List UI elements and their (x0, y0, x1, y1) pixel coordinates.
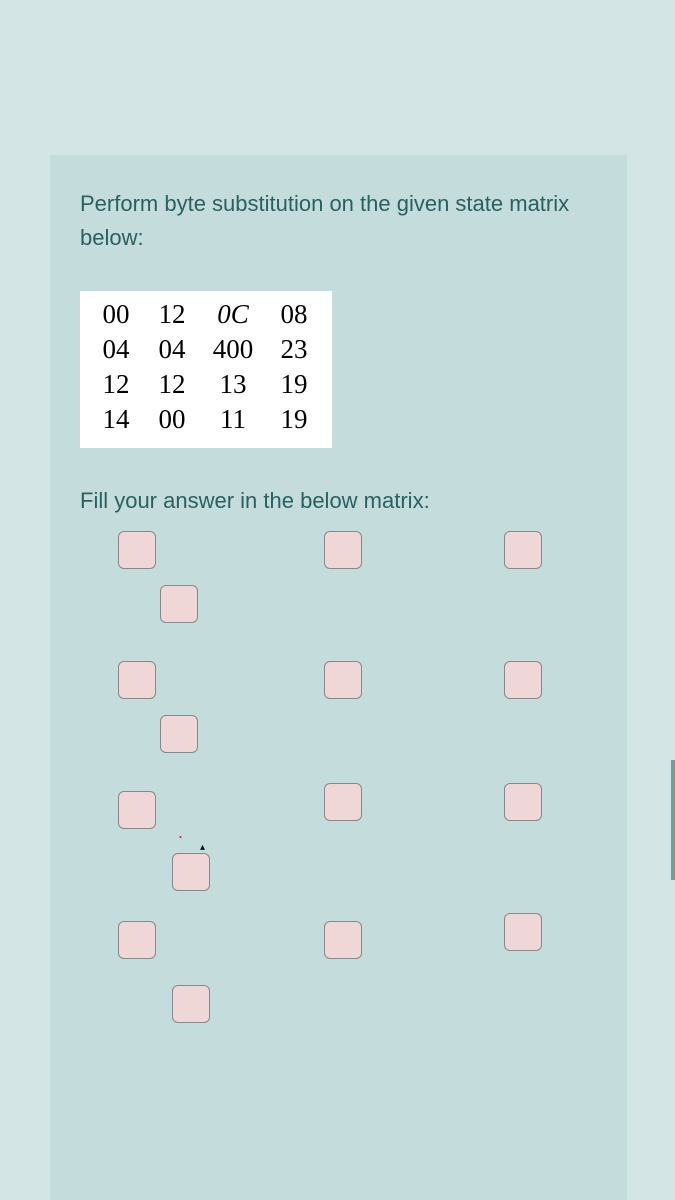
answer-input[interactable] (172, 853, 210, 891)
matrix-cell: 12 (144, 297, 200, 332)
matrix-row: 12 12 13 19 (88, 367, 322, 402)
matrix-cell: 0C (200, 297, 266, 332)
answer-input[interactable] (504, 531, 542, 569)
matrix-cell: 04 (144, 332, 200, 367)
answer-input[interactable] (504, 783, 542, 821)
answer-cell-wrap: .▴ (178, 822, 183, 843)
matrix-cell: 12 (144, 367, 200, 402)
answer-input[interactable] (118, 791, 156, 829)
matrix-cell: 00 (88, 297, 144, 332)
matrix-cell: 08 (266, 297, 322, 332)
answer-cell-wrap: : (324, 542, 330, 558)
answer-input[interactable] (160, 715, 198, 753)
matrix-cell: 04 (88, 332, 144, 367)
answer-cell-wrap: . (118, 542, 124, 558)
answer-matrix-area: .::.:.:.▴:':› (80, 542, 597, 1102)
answer-cell-wrap: : (504, 542, 510, 558)
answer-cell-wrap: : (172, 864, 178, 880)
answer-cell-wrap: ' (118, 932, 123, 948)
state-matrix-container: 00 12 0C 08 04 04 400 23 12 12 13 19 14 … (80, 291, 597, 447)
matrix-cell: 11 (200, 402, 266, 437)
answer-input[interactable] (324, 921, 362, 959)
caret-icon: ▴ (200, 842, 205, 853)
state-matrix: 00 12 0C 08 04 04 400 23 12 12 13 19 14 … (80, 291, 332, 447)
answer-input[interactable] (160, 585, 198, 623)
matrix-cell: 12 (88, 367, 144, 402)
matrix-cell: 19 (266, 402, 322, 437)
matrix-row: 14 00 11 19 (88, 402, 322, 437)
answer-cell-wrap: . (118, 672, 124, 688)
answer-cell-wrap: : (324, 672, 330, 688)
stray-dot: . (178, 822, 183, 843)
answer-cell-wrap: › (172, 994, 180, 1015)
answer-input[interactable] (118, 661, 156, 699)
answer-input[interactable] (324, 661, 362, 699)
scrollbar-thumb[interactable] (671, 760, 675, 880)
matrix-cell: 00 (144, 402, 200, 437)
matrix-cell: 14 (88, 402, 144, 437)
answer-input[interactable] (118, 921, 156, 959)
answer-cell-wrap: . (504, 672, 510, 688)
matrix-cell: 400 (200, 332, 266, 367)
answer-cell-wrap: : (324, 932, 330, 948)
matrix-cell: 13 (200, 367, 266, 402)
answer-input[interactable] (172, 985, 210, 1023)
matrix-cell: 19 (266, 367, 322, 402)
question-prompt: Perform byte substitution on the given s… (80, 187, 597, 255)
answer-input[interactable] (504, 661, 542, 699)
answer-cell-wrap: : (118, 802, 124, 818)
matrix-cell: 23 (266, 332, 322, 367)
matrix-row: 04 04 400 23 (88, 332, 322, 367)
answer-input[interactable] (324, 783, 362, 821)
question-card: Perform byte substitution on the given s… (50, 155, 627, 1200)
answer-input[interactable] (504, 913, 542, 951)
fill-answer-label: Fill your answer in the below matrix: (80, 488, 597, 514)
answer-input[interactable] (324, 531, 362, 569)
matrix-row: 00 12 0C 08 (88, 297, 322, 332)
answer-input[interactable] (118, 531, 156, 569)
